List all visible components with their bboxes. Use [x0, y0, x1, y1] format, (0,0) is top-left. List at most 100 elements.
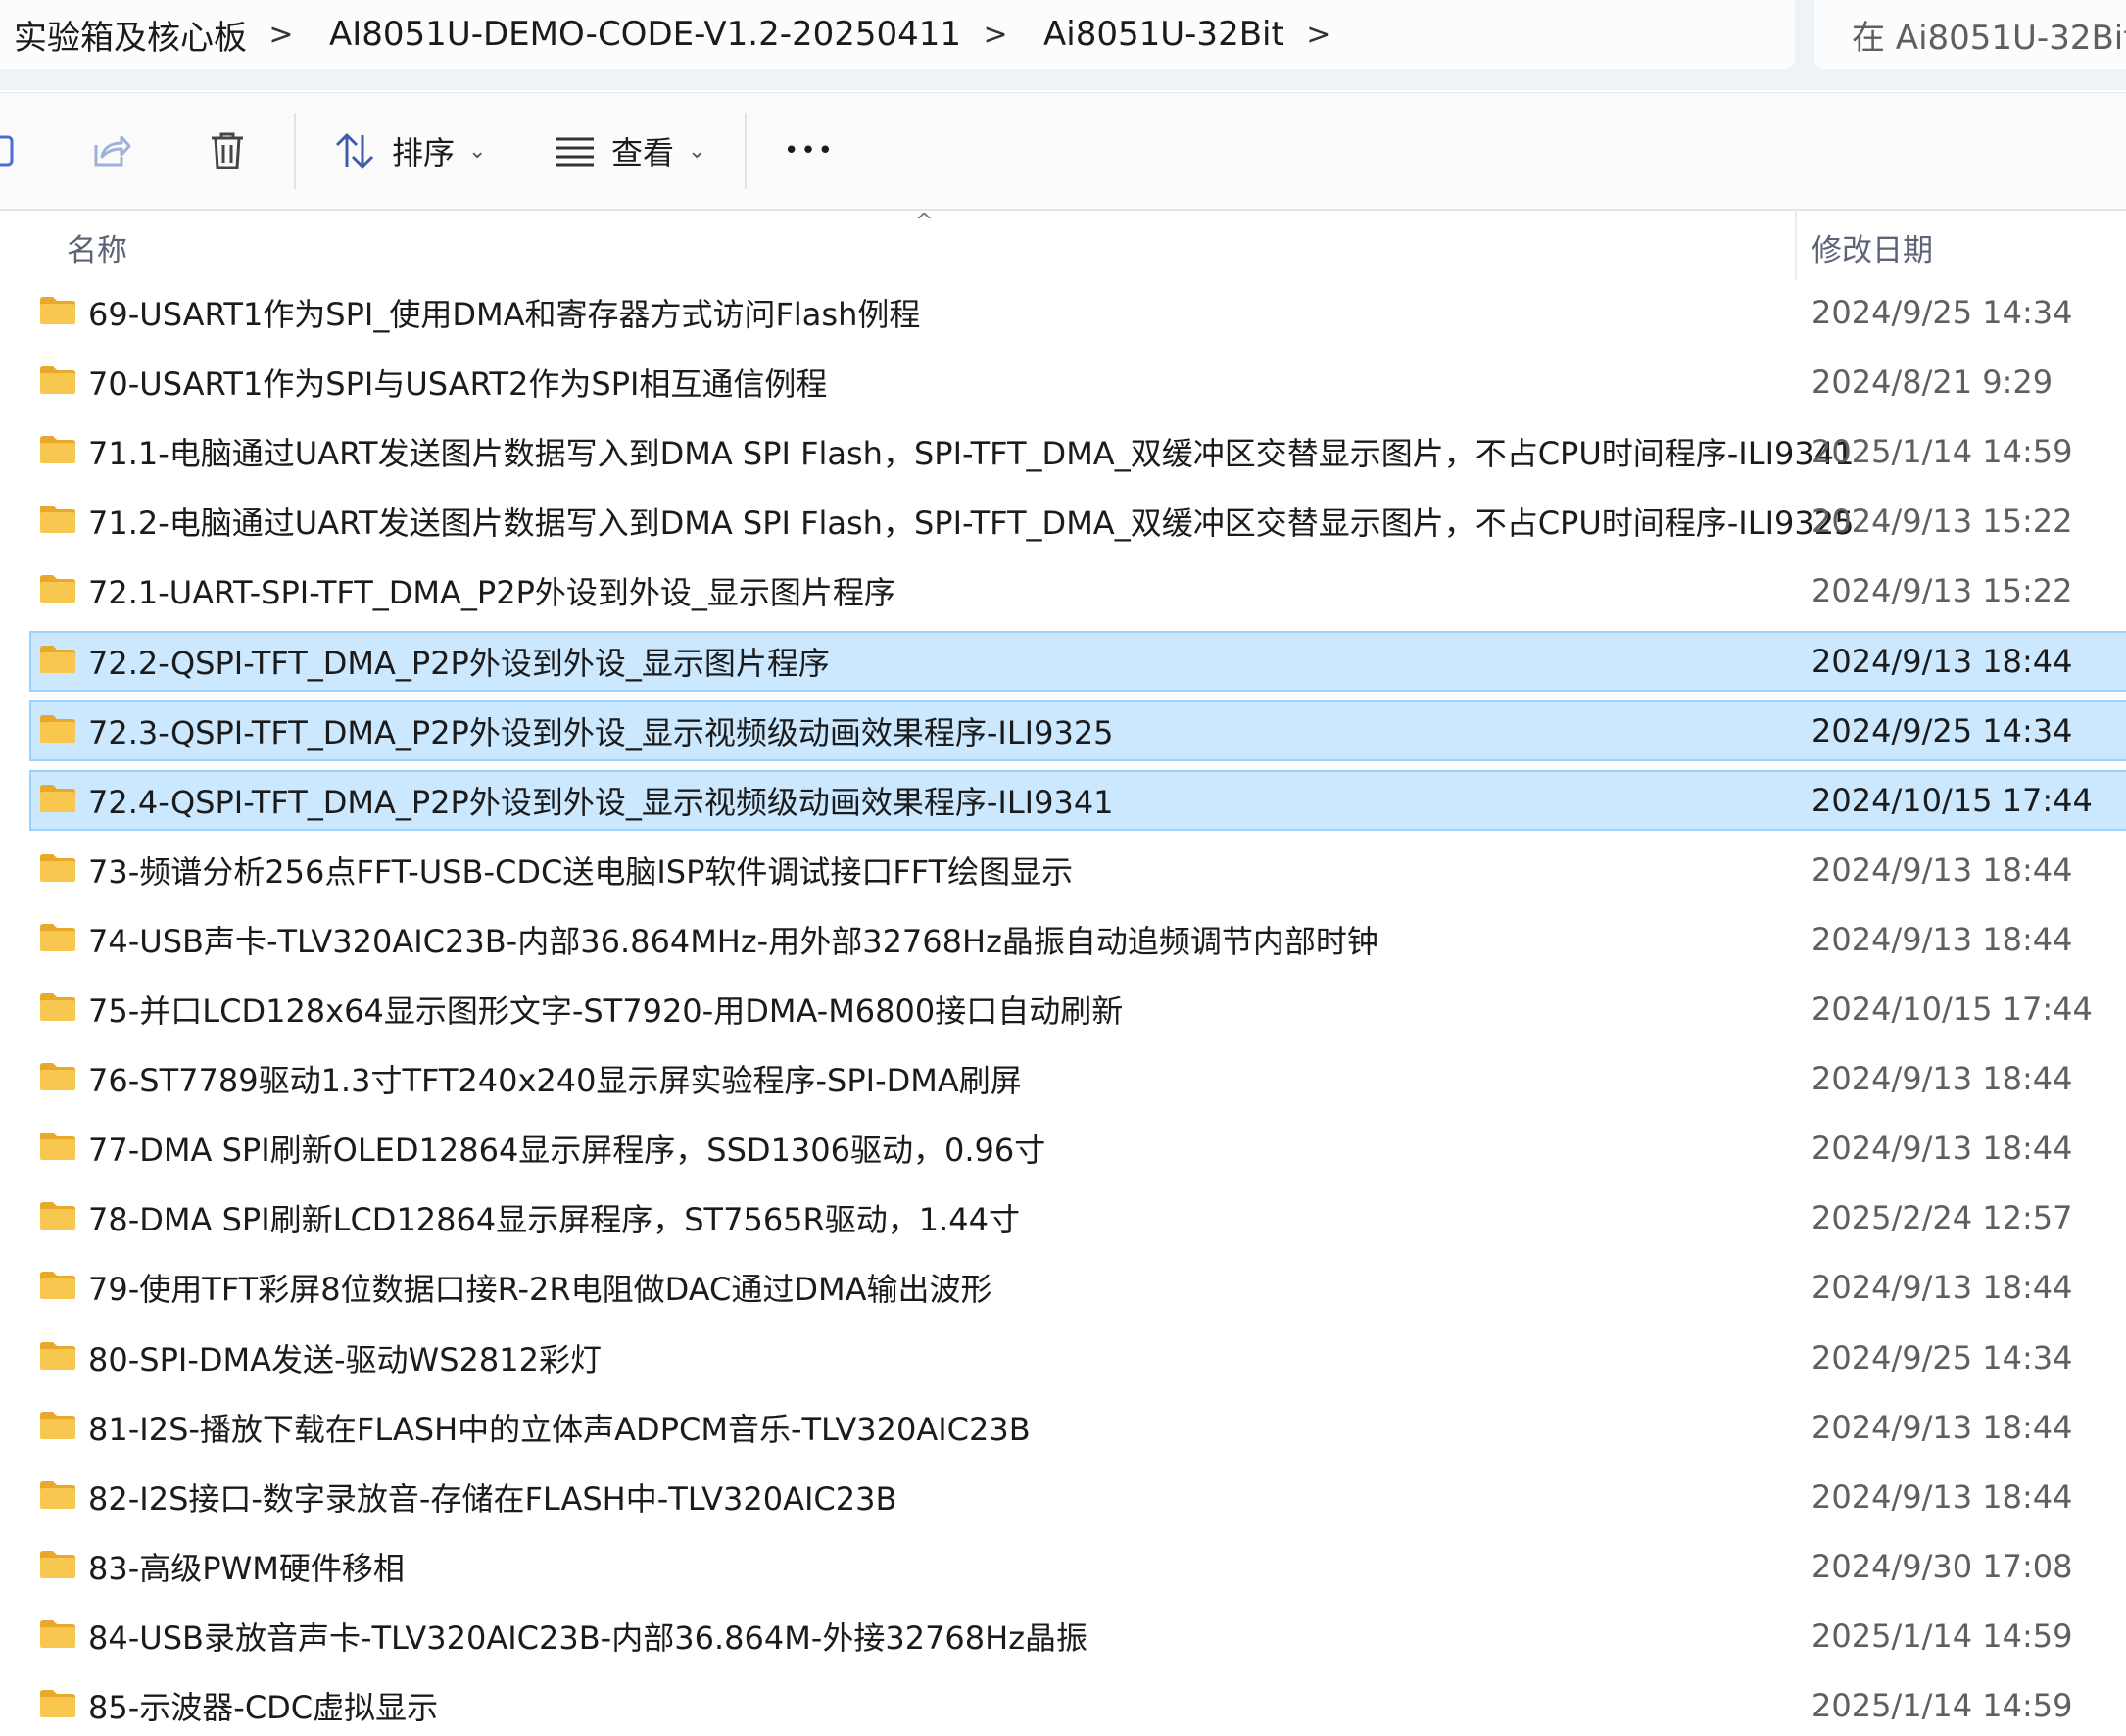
file-name: 71.2-电脑通过UART发送图片数据写入到DMA SPI Flash，SPI-… — [88, 505, 1855, 542]
file-row[interactable]: 83-高级PWM硬件移相 2024/9/30 17:08 — [29, 1536, 2126, 1597]
file-row[interactable]: 72.1-UART-SPI-TFT_DMA_P2P外设到外设_显示图片程序 202… — [29, 560, 2126, 621]
file-modified-date: 2024/9/13 18:44 — [1812, 1478, 2073, 1516]
share-button[interactable] — [88, 93, 147, 209]
file-modified-date: 2024/9/13 18:44 — [1812, 1060, 2073, 1097]
file-row[interactable]: 69-USART1作为SPI_使用DMA和寄存器方式访问Flash例程 2024/… — [29, 282, 2126, 343]
view-button[interactable]: 查看 ⌄ — [555, 93, 705, 209]
breadcrumb-separator-icon[interactable]: > — [1284, 18, 1353, 52]
folder-icon — [40, 1412, 75, 1439]
file-name: 78-DMA SPI刷新LCD12864显示屏程序，ST7565R驱动，1.44… — [88, 1201, 1021, 1238]
file-row[interactable]: 74-USB声卡-TLV320AIC23B-内部36.864MHz-用外部327… — [29, 909, 2126, 970]
file-name: 72.2-QSPI-TFT_DMA_P2P外设到外设_显示图片程序 — [88, 645, 830, 682]
address-bar: 实验箱及核心板 > AI8051U-DEMO-CODE-V1.2-2025041… — [0, 0, 2126, 90]
file-name: 81-I2S-播放下载在FLASH中的立体声ADPCM音乐-TLV320AIC2… — [88, 1411, 1031, 1448]
breadcrumb-separator-icon[interactable]: > — [961, 18, 1030, 52]
file-modified-date: 2024/9/13 18:44 — [1812, 1130, 2073, 1167]
folder-icon — [40, 1063, 75, 1090]
file-name: 82-I2S接口-数字录放音-存储在FLASH中-TLV320AIC23B — [88, 1480, 897, 1518]
folder-icon — [40, 993, 75, 1021]
toolbar-divider — [294, 113, 296, 189]
folder-icon — [40, 575, 75, 603]
file-row[interactable]: 76-ST7789驱动1.3寸TFT240x240显示屏实验程序-SPI-DMA… — [29, 1048, 2126, 1109]
column-divider[interactable] — [1795, 210, 1797, 280]
file-row[interactable]: 71.2-电脑通过UART发送图片数据写入到DMA SPI Flash，SPI-… — [29, 491, 2126, 552]
column-header-date[interactable]: 修改日期 — [1812, 225, 1933, 269]
file-modified-date: 2024/8/21 9:29 — [1812, 363, 2054, 401]
file-row[interactable]: 71.1-电脑通过UART发送图片数据写入到DMA SPI Flash，SPI-… — [29, 421, 2126, 482]
delete-button[interactable] — [208, 93, 257, 209]
file-row[interactable]: 82-I2S接口-数字录放音-存储在FLASH中-TLV320AIC23B 202… — [29, 1467, 2126, 1527]
file-modified-date: 2024/9/13 18:44 — [1812, 1409, 2073, 1446]
file-name: 71.1-电脑通过UART发送图片数据写入到DMA SPI Flash，SPI-… — [88, 435, 1855, 472]
file-modified-date: 2025/1/14 14:59 — [1812, 433, 2073, 470]
trash-icon — [212, 132, 243, 169]
file-modified-date: 2024/9/25 14:34 — [1812, 294, 2073, 331]
more-options-button[interactable]: ••• — [784, 93, 835, 209]
file-modified-date: 2024/9/13 18:44 — [1812, 1269, 2073, 1306]
file-name: 75-并口LCD128x64显示图形文字-ST7920-用DMA-M6800接口… — [88, 992, 1124, 1030]
search-input[interactable]: 在 Ai8051U-32Bit 中搜索 — [1814, 0, 2126, 69]
file-name: 73-频谱分析256点FFT-USB-CDC送电脑ISP软件调试接口FFT绘图显… — [88, 853, 1074, 891]
file-modified-date: 2025/1/14 14:59 — [1812, 1687, 2073, 1724]
toolbar-divider — [745, 113, 747, 189]
folder-icon — [40, 366, 75, 394]
file-row[interactable]: 84-USB录放音声卡-TLV320AIC23B-内部36.864M-外接327… — [29, 1606, 2126, 1666]
sort-icon — [335, 133, 374, 169]
more-icon: ••• — [784, 136, 836, 166]
sort-label: 排序 — [392, 134, 456, 171]
file-name: 70-USART1作为SPI与USART2作为SPI相互通信例程 — [88, 365, 828, 403]
folder-icon — [40, 1690, 75, 1717]
folder-icon — [40, 1133, 75, 1160]
column-header-row: ^ 名称 修改日期 — [0, 210, 2126, 280]
file-row[interactable]: 80-SPI-DMA发送-驱动WS2812彩灯 2024/9/25 14:34 — [29, 1327, 2126, 1388]
file-row[interactable]: 77-DMA SPI刷新OLED12864显示屏程序，SSD1306驱动，0.9… — [29, 1118, 2126, 1179]
file-modified-date: 2024/9/25 14:34 — [1812, 712, 2073, 749]
file-row[interactable]: 85-示波器-CDC虚拟显示 2025/1/14 14:59 — [29, 1675, 2126, 1736]
folder-icon — [40, 1342, 75, 1370]
file-modified-date: 2025/2/24 12:57 — [1812, 1199, 2073, 1236]
breadcrumb-item[interactable]: 实验箱及核心板 — [0, 11, 247, 59]
file-row[interactable]: 79-使用TFT彩屏8位数据口接R-2R电阻做DAC通过DMA输出波形 2024/… — [29, 1257, 2126, 1318]
file-name: 80-SPI-DMA发送-驱动WS2812彩灯 — [88, 1341, 602, 1378]
folder-icon — [40, 924, 75, 951]
file-name: 72.4-QSPI-TFT_DMA_P2P外设到外设_显示视频级动画效果程序-I… — [88, 784, 1114, 821]
folder-icon — [40, 1620, 75, 1648]
column-header-name[interactable]: 名称 — [67, 225, 127, 269]
folder-icon — [40, 854, 75, 882]
file-modified-date: 2025/1/14 14:59 — [1812, 1617, 2073, 1655]
share-icon — [94, 135, 131, 167]
file-row[interactable]: 72.3-QSPI-TFT_DMA_P2P外设到外设_显示视频级动画效果程序-I… — [29, 700, 2126, 761]
file-modified-date: 2024/9/13 18:44 — [1812, 643, 2073, 680]
folder-icon — [40, 1272, 75, 1299]
file-modified-date: 2024/9/13 15:22 — [1812, 572, 2073, 609]
file-row[interactable]: 81-I2S-播放下载在FLASH中的立体声ADPCM音乐-TLV320AIC2… — [29, 1397, 2126, 1458]
breadcrumb[interactable]: 实验箱及核心板 > AI8051U-DEMO-CODE-V1.2-2025041… — [0, 0, 1795, 69]
sort-button[interactable]: 排序 ⌄ — [333, 93, 486, 209]
file-name: 69-USART1作为SPI_使用DMA和寄存器方式访问Flash例程 — [88, 296, 921, 333]
folder-icon — [40, 297, 75, 324]
breadcrumb-separator-icon[interactable]: > — [247, 18, 315, 52]
folder-icon — [40, 1481, 75, 1509]
chevron-down-icon: ⌄ — [688, 138, 706, 164]
breadcrumb-item[interactable]: Ai8051U-32Bit — [1030, 15, 1284, 54]
file-modified-date: 2024/9/25 14:34 — [1812, 1339, 2073, 1376]
sort-ascending-icon: ^ — [915, 210, 934, 234]
folder-icon — [40, 715, 75, 743]
chevron-down-icon: ⌄ — [468, 138, 487, 164]
file-modified-date: 2024/10/15 17:44 — [1812, 782, 2093, 819]
file-row[interactable]: 72.2-QSPI-TFT_DMA_P2P外设到外设_显示图片程序 2024/9/… — [29, 631, 2126, 692]
file-row[interactable]: 70-USART1作为SPI与USART2作为SPI相互通信例程 2024/8/2… — [29, 352, 2126, 412]
file-name: 76-ST7789驱动1.3寸TFT240x240显示屏实验程序-SPI-DMA… — [88, 1062, 1022, 1099]
file-modified-date: 2024/9/13 15:22 — [1812, 503, 2073, 540]
folder-icon — [40, 646, 75, 673]
file-row[interactable]: 75-并口LCD128x64显示图形文字-ST7920-用DMA-M6800接口… — [29, 979, 2126, 1039]
copy-button[interactable] — [0, 93, 29, 209]
file-row[interactable]: 73-频谱分析256点FFT-USB-CDC送电脑ISP软件调试接口FFT绘图显… — [29, 840, 2126, 900]
file-row[interactable]: 78-DMA SPI刷新LCD12864显示屏程序，ST7565R驱动，1.44… — [29, 1187, 2126, 1248]
breadcrumb-item[interactable]: AI8051U-DEMO-CODE-V1.2-20250411 — [315, 15, 961, 54]
folder-icon — [40, 436, 75, 463]
file-row[interactable]: 72.4-QSPI-TFT_DMA_P2P外设到外设_显示视频级动画效果程序-I… — [29, 770, 2126, 831]
file-name: 72.3-QSPI-TFT_DMA_P2P外设到外设_显示视频级动画效果程序-I… — [88, 714, 1114, 751]
command-bar: 排序 ⌄ 查看 ⌄ ••• — [0, 92, 2126, 211]
file-name: 84-USB录放音声卡-TLV320AIC23B-内部36.864M-外接327… — [88, 1619, 1088, 1657]
